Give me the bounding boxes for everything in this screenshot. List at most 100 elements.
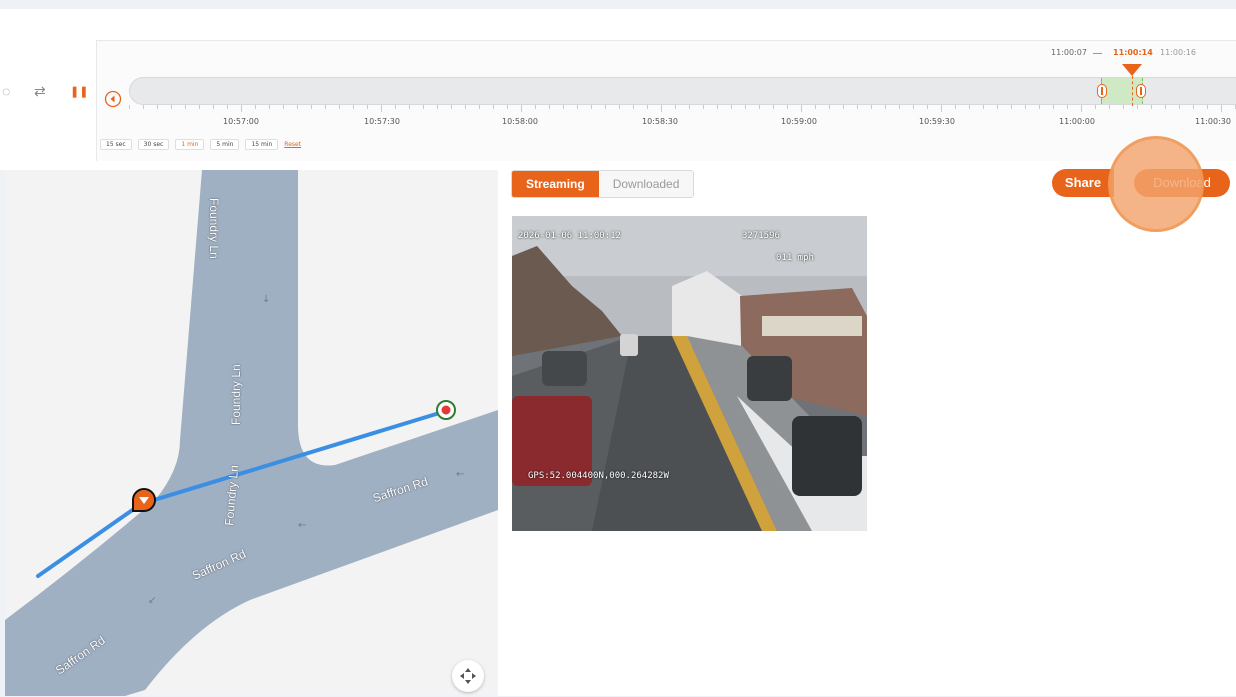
zoom-15-min[interactable]: 15 min bbox=[245, 138, 279, 150]
pause-icon[interactable]: ❚❚ bbox=[70, 85, 88, 99]
direction-arrow: ← bbox=[456, 469, 464, 480]
timeline-tick bbox=[255, 105, 256, 109]
timeline-tick bbox=[213, 105, 214, 109]
timeline-tick bbox=[717, 105, 718, 109]
route-start-marker[interactable] bbox=[132, 488, 156, 512]
timeline-tick bbox=[773, 105, 774, 109]
timeline-tick bbox=[297, 105, 298, 109]
map-roads: ↓ ← ← ↙ bbox=[5, 170, 498, 696]
timeline-tick bbox=[633, 105, 634, 109]
map-view[interactable]: ↓ ← ← ↙ Foundry Ln Foundry Ln Foundry Ln… bbox=[5, 170, 498, 696]
source-tabs: Streaming Downloaded bbox=[511, 170, 695, 198]
playhead-line bbox=[1132, 76, 1133, 106]
step-back-icon[interactable] bbox=[104, 90, 122, 108]
timeline-tick bbox=[367, 105, 368, 109]
timeline-tick bbox=[353, 105, 354, 109]
timeline-tick bbox=[1123, 105, 1124, 109]
tick-label: 10:57:30 bbox=[364, 117, 400, 126]
timeline-tick bbox=[1011, 105, 1012, 109]
timeline-tick bbox=[269, 105, 270, 109]
timeline-tick bbox=[843, 105, 844, 109]
timeline-tick bbox=[1207, 105, 1208, 109]
tab-streaming[interactable]: Streaming bbox=[512, 171, 599, 197]
timeline-tick bbox=[185, 105, 186, 109]
timeline-tick bbox=[549, 105, 550, 109]
timeline-tick bbox=[241, 105, 242, 112]
timeline-tick bbox=[507, 105, 508, 109]
tick-label: 11:00:00 bbox=[1059, 117, 1095, 126]
timeline-tick bbox=[1137, 105, 1138, 109]
timeline-tick bbox=[437, 105, 438, 109]
direction-arrow: ↓ bbox=[262, 294, 270, 305]
playhead-time: 11:00:14 bbox=[1113, 48, 1153, 57]
playhead-marker[interactable] bbox=[1122, 64, 1142, 76]
video-timestamp: 2026-01-06 11:00:12 bbox=[518, 231, 621, 241]
timeline-tick bbox=[1081, 105, 1082, 112]
timeline-tick bbox=[899, 105, 900, 109]
video-frame[interactable]: 2026-01-06 11:00:12 3271596 011 mph GPS:… bbox=[512, 216, 867, 531]
direction-arrow: ↙ bbox=[148, 595, 156, 606]
timeline-tick bbox=[787, 105, 788, 109]
tick-label: 10:58:00 bbox=[502, 117, 538, 126]
timeline-ticks bbox=[129, 105, 1236, 113]
range-start-handle[interactable] bbox=[1097, 84, 1107, 98]
timeline-tick bbox=[423, 105, 424, 109]
tick-label: 11:00:30 bbox=[1195, 117, 1231, 126]
timeline-tick bbox=[591, 105, 592, 109]
timeline-tick bbox=[675, 105, 676, 109]
zoom-reset-link[interactable]: Reset bbox=[284, 141, 301, 148]
click-indicator bbox=[1108, 136, 1204, 232]
tick-label: 10:57:00 bbox=[223, 117, 259, 126]
timeline-tick bbox=[493, 105, 494, 109]
timeline-tick bbox=[857, 105, 858, 109]
timeline-tick bbox=[689, 105, 690, 109]
timeline-tick bbox=[1221, 105, 1222, 112]
timeline-tick bbox=[885, 105, 886, 109]
range-dash bbox=[1093, 53, 1102, 54]
timeline-tick bbox=[759, 105, 760, 109]
timeline-tick bbox=[409, 105, 410, 109]
timeline-tick bbox=[1095, 105, 1096, 109]
timeline-tick bbox=[605, 105, 606, 109]
timeline-tick bbox=[913, 105, 914, 109]
timeline-tick bbox=[661, 105, 662, 112]
timeline-tick bbox=[1109, 105, 1110, 109]
video-gps: GPS:52.004400N,000.264282W bbox=[528, 471, 669, 481]
share-button[interactable]: Share bbox=[1052, 169, 1114, 197]
recenter-map-button[interactable] bbox=[452, 660, 484, 692]
timeline-tick bbox=[815, 105, 816, 109]
timeline-tick bbox=[339, 105, 340, 109]
video-scene bbox=[512, 216, 867, 531]
timeline-tick bbox=[983, 105, 984, 109]
timeline-tick bbox=[521, 105, 522, 112]
top-bar bbox=[0, 0, 1236, 9]
tab-downloaded[interactable]: Downloaded bbox=[598, 171, 694, 197]
zoom-30-sec[interactable]: 30 sec bbox=[137, 138, 170, 150]
timeline-tick bbox=[745, 105, 746, 109]
timeline-tick bbox=[1165, 105, 1166, 109]
timeline-tick bbox=[997, 105, 998, 109]
timeline-tick bbox=[1179, 105, 1180, 109]
zoom-controls: 15 sec 30 sec 1 min 5 min 15 min Reset bbox=[100, 138, 301, 150]
timeline-tick bbox=[311, 105, 312, 109]
timeline-tick bbox=[703, 105, 704, 109]
timeline-tick bbox=[955, 105, 956, 109]
rewind-icon[interactable]: ◌ bbox=[2, 84, 10, 98]
timeline-tick bbox=[1053, 105, 1054, 109]
timeline-tick bbox=[535, 105, 536, 109]
video-speed: 011 mph bbox=[776, 253, 814, 263]
timeline-tick bbox=[395, 105, 396, 109]
timeline-track[interactable] bbox=[129, 77, 1236, 105]
tick-label: 10:59:30 bbox=[919, 117, 955, 126]
shuffle-icon[interactable]: ⇄ bbox=[34, 84, 46, 98]
range-end-time: 11:00:16 bbox=[1160, 48, 1196, 57]
timeline-tick bbox=[1151, 105, 1152, 109]
timeline-tick bbox=[199, 105, 200, 109]
zoom-15-sec[interactable]: 15 sec bbox=[100, 138, 132, 150]
timeline-tick bbox=[325, 105, 326, 109]
range-end-handle[interactable] bbox=[1136, 84, 1146, 98]
route-end-marker[interactable] bbox=[436, 400, 456, 420]
zoom-1-min[interactable]: 1 min bbox=[175, 138, 205, 150]
tick-label: 10:58:30 bbox=[642, 117, 678, 126]
zoom-5-min[interactable]: 5 min bbox=[210, 138, 240, 150]
